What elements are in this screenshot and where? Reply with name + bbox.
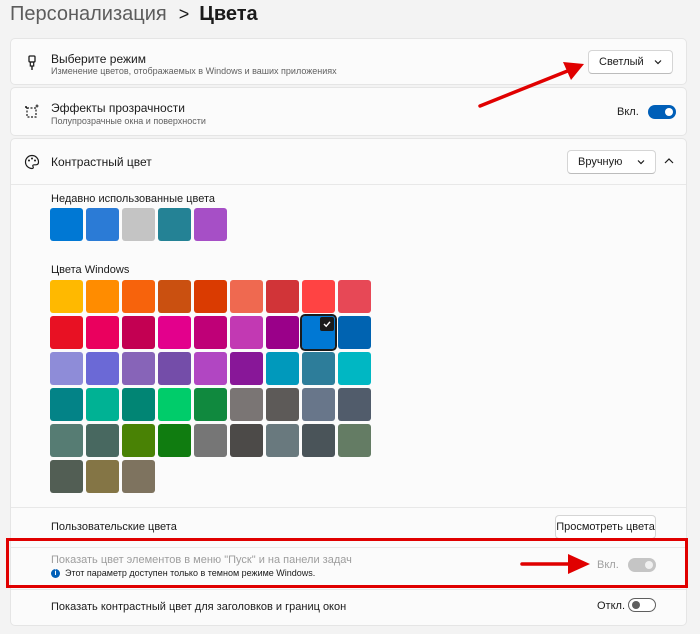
windows-color-swatch[interactable] [230,280,263,313]
windows-color-swatch[interactable] [122,280,155,313]
windows-color-swatch[interactable] [266,424,299,457]
windows-color-swatch[interactable] [158,316,191,349]
windows-color-swatch[interactable] [50,388,83,421]
accent-title: Контрастный цвет [51,155,152,169]
windows-color-swatch[interactable] [122,316,155,349]
recent-color-swatch[interactable] [122,208,155,241]
title-bars-title: Показать контрастный цвет для заголовков… [51,601,347,613]
recent-color-swatch[interactable] [50,208,83,241]
windows-color-swatch[interactable] [122,424,155,457]
accent-dropdown[interactable]: Вручную [567,150,656,174]
windows-color-swatch[interactable] [50,352,83,385]
mode-title: Выберите режим [51,52,146,66]
windows-color-swatch[interactable] [122,388,155,421]
windows-color-swatch[interactable] [194,424,227,457]
windows-color-swatch[interactable] [338,280,371,313]
mode-dropdown[interactable]: Светлый [588,50,673,74]
windows-color-swatch[interactable] [194,316,227,349]
mode-card: Выберите режим Изменение цветов, отображ… [10,38,687,85]
transparency-title: Эффекты прозрачности [51,101,185,115]
windows-color-swatch[interactable] [194,280,227,313]
highlight-box [6,538,688,588]
mode-dropdown-value: Светлый [599,56,644,68]
windows-color-swatch[interactable] [194,388,227,421]
divider [11,184,686,185]
transparency-toggle[interactable] [648,105,676,119]
windows-color-swatch[interactable] [158,388,191,421]
windows-color-swatch[interactable] [302,424,335,457]
brush-icon [23,54,41,72]
transparency-toggle-label: Вкл. [617,106,639,118]
windows-color-swatch[interactable] [266,316,299,349]
windows-color-swatch[interactable] [266,352,299,385]
view-colors-button[interactable]: Просмотреть цвета [555,515,656,539]
windows-color-swatch[interactable] [300,314,337,351]
title-bars-toggle[interactable] [628,598,656,612]
breadcrumb-parent[interactable]: Персонализация [10,3,167,26]
windows-color-swatch[interactable] [302,280,335,313]
windows-color-swatch[interactable] [158,280,191,313]
windows-color-swatch[interactable] [230,316,263,349]
collapse-chevron-icon[interactable] [663,156,675,166]
page-title: Цвета [199,2,258,25]
windows-color-swatch[interactable] [230,424,263,457]
windows-color-swatch[interactable] [86,424,119,457]
windows-color-swatch[interactable] [50,280,83,313]
windows-color-swatch[interactable] [302,352,335,385]
custom-colors-label: Пользовательские цвета [51,521,177,533]
chevron-down-icon [654,60,662,65]
recent-color-swatch[interactable] [194,208,227,241]
transparency-card: Эффекты прозрачности Полупрозрачные окна… [10,87,687,136]
windows-color-swatch[interactable] [338,352,371,385]
transparency-icon [23,103,41,121]
windows-color-swatch[interactable] [50,424,83,457]
windows-colors-label: Цвета Windows [51,264,130,276]
windows-color-swatch[interactable] [158,352,191,385]
title-bars-toggle-label: Откл. [597,600,626,612]
recent-color-swatch[interactable] [158,208,191,241]
windows-color-swatch[interactable] [86,280,119,313]
windows-color-swatch[interactable] [266,280,299,313]
windows-color-swatch[interactable] [338,388,371,421]
windows-color-swatch[interactable] [158,424,191,457]
windows-color-swatch[interactable] [338,424,371,457]
windows-color-swatch[interactable] [50,460,83,493]
windows-color-swatch[interactable] [302,388,335,421]
breadcrumb-separator: > [178,3,190,24]
windows-color-swatch[interactable] [86,316,119,349]
windows-color-swatch[interactable] [194,352,227,385]
windows-color-swatch[interactable] [86,352,119,385]
chevron-down-icon [637,160,645,165]
accent-dropdown-value: Вручную [578,156,623,168]
windows-color-swatch[interactable] [230,352,263,385]
windows-color-swatch[interactable] [122,460,155,493]
divider [11,589,686,590]
recent-colors-label: Недавно использованные цвета [51,193,215,205]
palette-icon [23,153,41,171]
checkmark-icon [320,317,334,331]
breadcrumb: Персонализация > Цвета [10,0,258,28]
windows-color-swatch[interactable] [86,460,119,493]
windows-color-swatch[interactable] [122,352,155,385]
recent-color-swatch[interactable] [86,208,119,241]
transparency-subtitle: Полупрозрачные окна и поверхности [51,116,206,126]
mode-subtitle: Изменение цветов, отображаемых в Windows… [51,66,337,76]
windows-color-swatch[interactable] [50,316,83,349]
windows-color-swatch[interactable] [86,388,119,421]
divider [11,507,686,508]
windows-color-swatch[interactable] [266,388,299,421]
windows-color-swatch[interactable] [338,316,371,349]
windows-color-swatch[interactable] [230,388,263,421]
